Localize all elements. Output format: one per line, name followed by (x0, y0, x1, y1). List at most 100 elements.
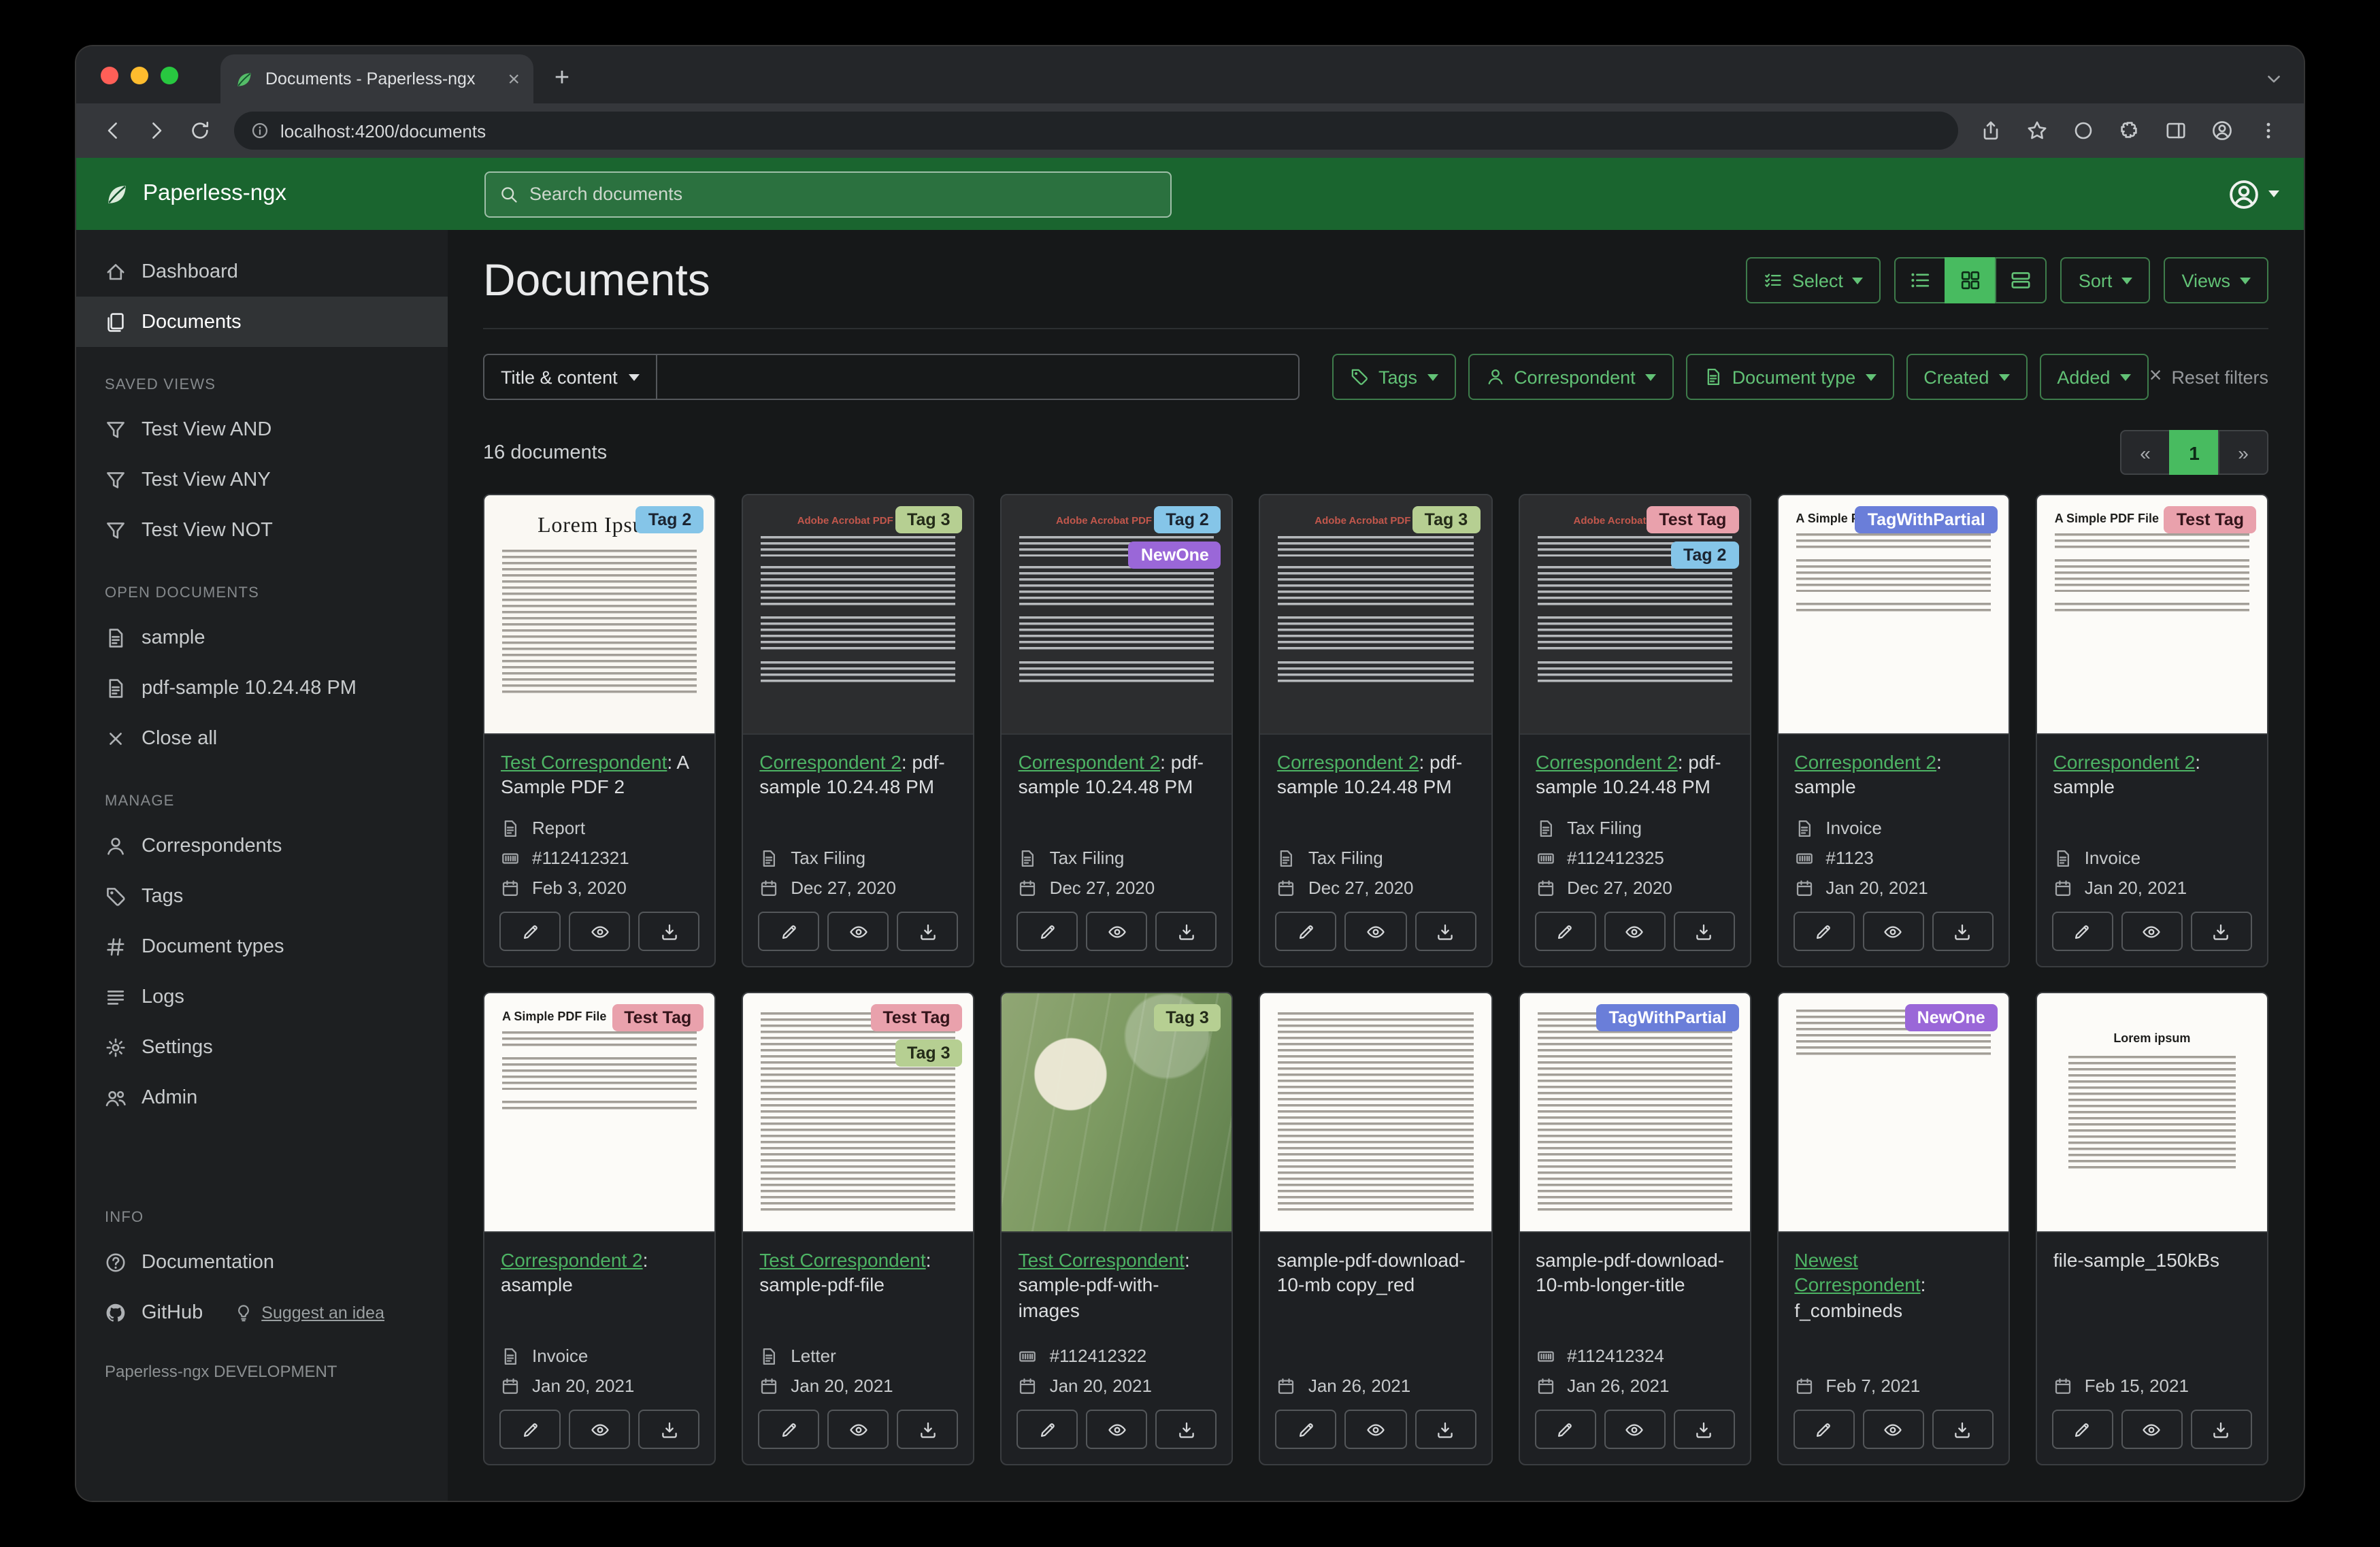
reset-filters-button[interactable]: × Reset filters (2149, 366, 2268, 388)
sidebar-item-correspondents[interactable]: Correspondents (76, 820, 448, 871)
preview-document-button[interactable] (2121, 912, 2183, 951)
download-document-button[interactable] (2191, 1410, 2252, 1449)
sidebar-item-suggest-an-idea[interactable]: Suggest an idea (234, 1303, 384, 1322)
preview-document-button[interactable] (1604, 1410, 1665, 1449)
zoom-window-button[interactable] (161, 67, 178, 84)
site-info-icon[interactable] (250, 121, 269, 140)
document-thumbnail[interactable]: Lorem IpsumTag 2 (484, 495, 714, 735)
document-thumbnail[interactable]: A Simple PDF FileTest Tag (484, 993, 714, 1233)
tag-badge-tag-3[interactable]: Tag 3 (895, 1039, 962, 1067)
edit-document-button[interactable] (1793, 1410, 1854, 1449)
forward-button[interactable] (136, 110, 177, 151)
tag-badge-newone[interactable]: NewOne (1905, 1004, 1998, 1031)
previous-page-button[interactable]: « (2120, 430, 2170, 475)
tag-badge-tag-3[interactable]: Tag 3 (1412, 506, 1480, 533)
filter-added-button[interactable]: Added (2039, 354, 2148, 400)
filter-tags-button[interactable]: Tags (1332, 354, 1455, 400)
edit-document-button[interactable] (758, 1410, 819, 1449)
document-thumbnail[interactable]: Lorem ipsum (2037, 993, 2267, 1233)
correspondent-link[interactable]: Correspondent 2 (1794, 751, 1936, 773)
download-document-button[interactable] (1673, 1410, 1734, 1449)
preview-document-button[interactable] (569, 1410, 630, 1449)
reload-button[interactable] (180, 110, 220, 151)
preview-document-button[interactable] (1087, 912, 1148, 951)
correspondent-link[interactable]: Test Correspondent (501, 751, 667, 773)
user-menu[interactable] (2228, 178, 2279, 210)
filter-text-input[interactable] (657, 354, 1300, 400)
correspondent-link[interactable]: Newest Correspondent (1794, 1249, 1920, 1296)
download-document-button[interactable] (2191, 912, 2252, 951)
preview-document-button[interactable] (569, 912, 630, 951)
sidebar-item-github[interactable]: GitHubSuggest an idea (76, 1287, 448, 1337)
preview-document-button[interactable] (1087, 1410, 1148, 1449)
preview-document-button[interactable] (1345, 1410, 1406, 1449)
edit-document-button[interactable] (1534, 1410, 1596, 1449)
sidebar-item-settings[interactable]: Settings (76, 1022, 448, 1072)
download-document-button[interactable] (897, 1410, 958, 1449)
document-thumbnail[interactable]: Adobe Acrobat PDF FilesTest TagTag 2 (1519, 495, 1749, 735)
preview-document-button[interactable] (1345, 912, 1406, 951)
preview-document-button[interactable] (1604, 912, 1665, 951)
status-circle-button[interactable] (2064, 112, 2102, 150)
grid-view-button[interactable] (1945, 257, 1997, 303)
side-panel-button[interactable] (2157, 112, 2195, 150)
edit-document-button[interactable] (1017, 912, 1078, 951)
app-brand[interactable]: Paperless-ngx (76, 180, 448, 207)
sidebar-item-sample[interactable]: sample (76, 612, 448, 663)
sidebar-item-logs[interactable]: Logs (76, 971, 448, 1022)
edit-document-button[interactable] (499, 912, 561, 951)
download-document-button[interactable] (638, 912, 699, 951)
edit-document-button[interactable] (2052, 912, 2113, 951)
download-document-button[interactable] (1932, 912, 1994, 951)
preview-document-button[interactable] (827, 1410, 889, 1449)
sidebar-item-pdf-sample-10-24-48-pm[interactable]: pdf-sample 10.24.48 PM (76, 663, 448, 713)
download-document-button[interactable] (1415, 912, 1476, 951)
edit-document-button[interactable] (1793, 912, 1854, 951)
tab-close-icon[interactable]: × (508, 67, 520, 90)
sidebar-item-tags[interactable]: Tags (76, 871, 448, 921)
download-document-button[interactable] (1673, 912, 1734, 951)
document-thumbnail[interactable]: Adobe Acrobat PDF FilesTag 3 (1261, 495, 1491, 735)
document-thumbnail[interactable]: A Simple PDF FileTest Tag (2037, 495, 2267, 735)
download-document-button[interactable] (1156, 912, 1217, 951)
sidebar-item-dashboard[interactable]: Dashboard (76, 246, 448, 297)
download-document-button[interactable] (897, 912, 958, 951)
browser-tab[interactable]: Documents - Paperless-ngx × (220, 54, 533, 103)
current-page-button[interactable]: 1 (2169, 430, 2219, 475)
sidebar-item-documents[interactable]: Documents (76, 297, 448, 347)
edit-document-button[interactable] (2052, 1410, 2113, 1449)
tag-badge-tag-3[interactable]: Tag 3 (1153, 1004, 1221, 1031)
edit-document-button[interactable] (1017, 1410, 1078, 1449)
document-thumbnail[interactable] (1261, 993, 1491, 1233)
document-thumbnail[interactable]: TagWithPartial (1519, 993, 1749, 1233)
preview-document-button[interactable] (1863, 912, 1924, 951)
preview-document-button[interactable] (1863, 1410, 1924, 1449)
next-page-button[interactable]: » (2218, 430, 2268, 475)
document-thumbnail[interactable]: Test Tag Tag 3 (743, 993, 973, 1233)
correspondent-link[interactable]: Test Correspondent (759, 1249, 925, 1271)
filter-field-selector[interactable]: Title & content (483, 354, 657, 400)
views-button[interactable]: Views (2164, 257, 2268, 303)
edit-document-button[interactable] (758, 912, 819, 951)
tag-badge-tagwithpartial[interactable]: TagWithPartial (1855, 506, 1998, 533)
correspondent-link[interactable]: Correspondent 2 (2053, 751, 2196, 773)
search-input[interactable] (529, 184, 1157, 204)
preview-document-button[interactable] (827, 912, 889, 951)
tag-badge-test-tag[interactable]: Test Tag (870, 1004, 962, 1031)
browser-menu-button[interactable] (2249, 112, 2287, 150)
correspondent-link[interactable]: Correspondent 2 (759, 751, 902, 773)
filter-document-type-button[interactable]: Document type (1686, 354, 1894, 400)
minimize-window-button[interactable] (131, 67, 148, 84)
new-tab-button[interactable]: + (544, 61, 580, 97)
edit-document-button[interactable] (1276, 912, 1337, 951)
tag-badge-newone[interactable]: NewOne (1129, 542, 1221, 569)
correspondent-link[interactable]: Test Correspondent (1019, 1249, 1185, 1271)
tag-badge-tag-3[interactable]: Tag 3 (895, 506, 962, 533)
tab-search-chevron-icon[interactable] (2263, 68, 2285, 90)
list-view-button[interactable] (1895, 257, 1947, 303)
tag-badge-tag-2[interactable]: Tag 2 (1671, 542, 1738, 569)
document-thumbnail[interactable]: Tag 3 (1002, 993, 1232, 1233)
select-button[interactable]: Select (1746, 257, 1881, 303)
sidebar-item-test-view-any[interactable]: Test View ANY (76, 454, 448, 505)
filter-correspondent-button[interactable]: Correspondent (1468, 354, 1674, 400)
